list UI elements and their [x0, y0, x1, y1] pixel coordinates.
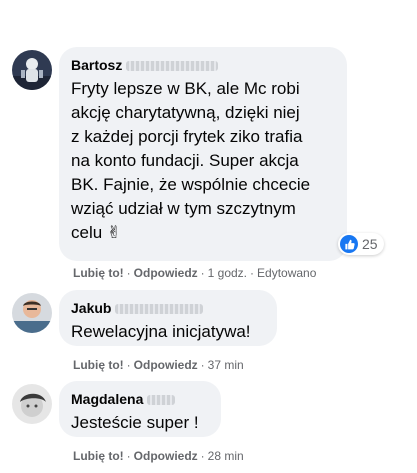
comment-author[interactable]: Bartosz: [71, 56, 335, 74]
timestamp[interactable]: 28 min: [208, 449, 244, 463]
comment-bubble: Magdalena Jesteście super !: [59, 381, 221, 437]
reply-button[interactable]: Odpowiedz: [134, 358, 198, 372]
avatar-photo: [12, 384, 52, 424]
like-button[interactable]: Lubię to!: [73, 266, 124, 280]
comment-text: Jesteście super !: [71, 413, 199, 432]
comment-bubble: Bartosz Fryty lepsze w BK, ale Mc robi a…: [59, 47, 347, 261]
comment-author[interactable]: Magdalena: [71, 390, 209, 408]
avatar[interactable]: [12, 293, 52, 333]
comment-text: Rewelacyjna inicjatywa!: [71, 322, 251, 341]
thumbs-up-icon: [340, 235, 358, 253]
redacted-surname: [126, 61, 219, 72]
redacted-surname: [115, 304, 204, 315]
redacted-surname: [147, 395, 176, 406]
like-button[interactable]: Lubię to!: [73, 449, 124, 463]
timestamp[interactable]: 37 min: [208, 358, 244, 372]
reply-button[interactable]: Odpowiedz: [134, 266, 198, 280]
timestamp[interactable]: 1 godz.: [208, 266, 247, 280]
avatar[interactable]: [12, 384, 52, 424]
comment-actions: Lubię to! · Odpowiedz · 37 min: [73, 358, 244, 372]
reaction-badge[interactable]: 25: [338, 233, 384, 255]
edited-label: Edytowano: [257, 266, 317, 280]
comment-actions: Lubię to! · Odpowiedz · 28 min: [73, 449, 244, 463]
like-button[interactable]: Lubię to!: [73, 358, 124, 372]
reply-button[interactable]: Odpowiedz: [134, 449, 198, 463]
reaction-count: 25: [362, 236, 378, 252]
comment-actions: Lubię to! · Odpowiedz · 1 godz. · Edytowano: [73, 266, 317, 280]
avatar-photo: [12, 50, 52, 90]
avatar-photo: [12, 293, 52, 333]
comment-text: Fryty lepsze w BK, ale Mc robi akcję cha…: [71, 79, 311, 242]
comment-author[interactable]: Jakub: [71, 299, 265, 317]
avatar[interactable]: [12, 50, 52, 90]
comment-bubble: Jakub Rewelacyjna inicjatywa!: [59, 290, 277, 346]
